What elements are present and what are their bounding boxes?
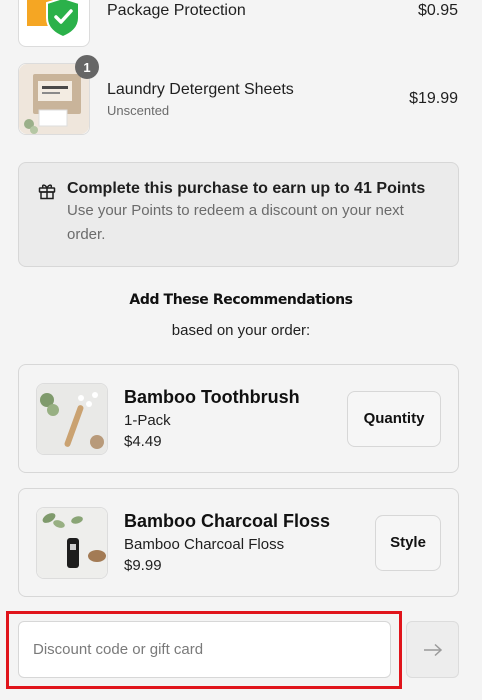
product-thumbnail: [36, 382, 108, 455]
recommendation-card-floss: Bamboo Charcoal Floss Bamboo Charcoal Fl…: [18, 488, 459, 597]
recommendation-title: Bamboo Charcoal Floss: [124, 511, 331, 531]
line-item-price: $19.99: [409, 90, 458, 107]
quantity-badge: 1: [75, 55, 99, 79]
style-button[interactable]: Style: [375, 514, 441, 571]
line-item-laundry-detergent: 1 Laundry Detergent Sheets Unscented $19…: [18, 55, 458, 135]
discount-code-input[interactable]: [18, 621, 391, 678]
toothbrush-image: [37, 383, 107, 454]
recommendation-variant: 1-Pack: [124, 412, 171, 429]
recommendation-card-toothbrush: Bamboo Toothbrush 1-Pack $4.49 Quantity: [18, 364, 459, 473]
recommendations-heading: Add These Recommendations: [129, 292, 353, 308]
product-thumbnail: 1: [18, 55, 99, 135]
quantity-button[interactable]: Quantity: [347, 390, 441, 447]
arrow-right-icon: [423, 643, 442, 656]
recommendations-subheading: based on your order:: [171, 322, 311, 339]
gift-icon: [38, 184, 56, 200]
points-title: Complete this purchase to earn up to 41 …: [67, 180, 426, 197]
line-item-title: Laundry Detergent Sheets: [107, 80, 294, 98]
recommendation-price: $9.99: [124, 557, 162, 574]
floss-image: [37, 507, 107, 578]
recommendation-title: Bamboo Toothbrush: [124, 387, 300, 407]
line-item-title: Package Protection: [107, 2, 246, 19]
package-protection-icon: [27, 0, 80, 39]
points-description: Use your Points to redeem a discount on …: [67, 202, 404, 243]
product-thumbnail: [36, 506, 108, 579]
recommendation-variant: Bamboo Charcoal Floss: [124, 536, 285, 553]
points-banner: Complete this purchase to earn up to 41 …: [18, 162, 459, 267]
recommendation-price: $4.49: [124, 433, 162, 450]
apply-discount-button[interactable]: [406, 621, 459, 678]
product-thumbnail: [18, 0, 90, 47]
line-item-price: $0.95: [417, 2, 458, 19]
line-item-package-protection: Package Protection $0.95: [18, 0, 458, 47]
line-item-variant: Unscented: [107, 102, 170, 118]
